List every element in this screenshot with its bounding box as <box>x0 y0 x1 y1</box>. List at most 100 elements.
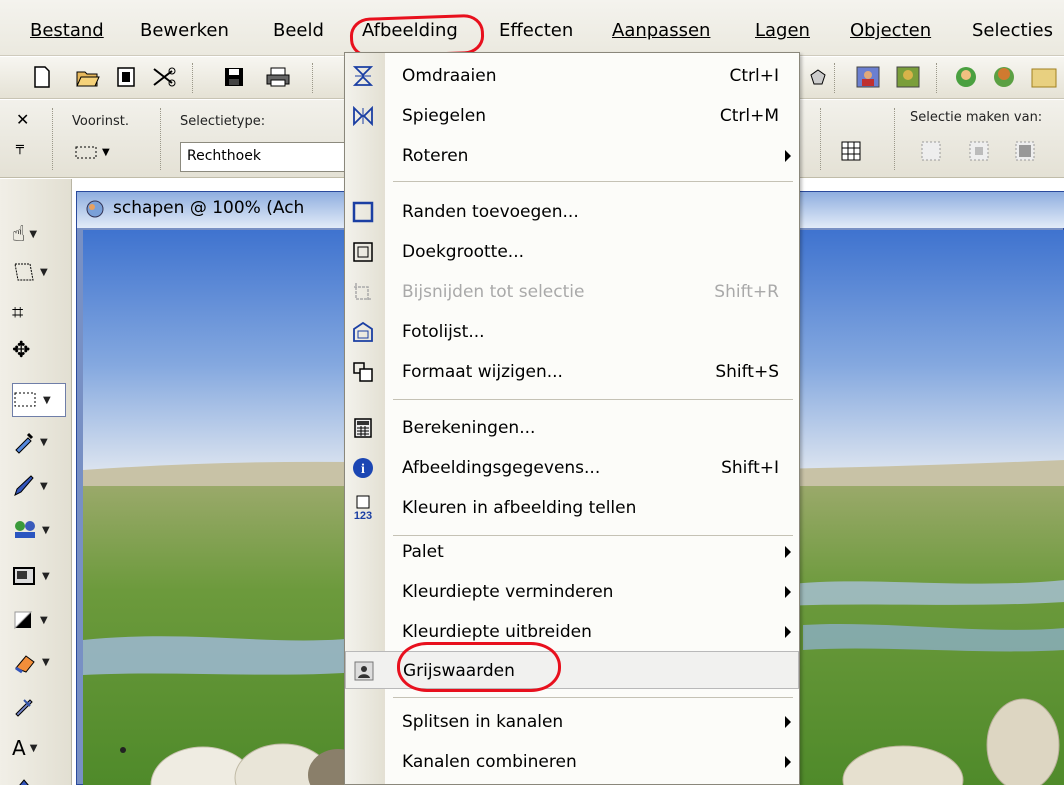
move-icon: ✥ <box>12 337 31 363</box>
chevron-down-icon: ▼ <box>40 480 48 492</box>
selection-merged-icon[interactable] <box>1014 140 1036 167</box>
menu-item-label: Omdraaien <box>402 66 497 86</box>
submenu-arrow-icon <box>785 150 791 162</box>
paint-brush-tool[interactable]: ▼ <box>12 469 62 503</box>
dropper-tool[interactable]: ▼ <box>12 425 62 459</box>
save-icon[interactable] <box>220 63 248 91</box>
open-folder-icon[interactable] <box>74 63 102 91</box>
menu-item-shortcut: Ctrl+I <box>729 66 779 86</box>
menu-lagen[interactable]: Lagen <box>755 20 810 41</box>
toolbar-separator <box>192 63 194 93</box>
menu-item-fotolijst[interactable]: Fotolijst... <box>345 313 799 351</box>
move-tool[interactable]: ✥ <box>12 333 62 367</box>
browse-icon[interactable] <box>112 63 140 91</box>
menu-label: Aanpassen <box>612 20 711 41</box>
new-file-icon[interactable] <box>28 63 56 91</box>
document-icon <box>85 199 105 224</box>
menu-bewerken[interactable]: Bewerken <box>140 20 229 41</box>
menu-item-label: Kleurdiepte verminderen <box>402 582 614 602</box>
annotation-circle-grijswaarden <box>397 642 561 692</box>
landscape-photo-icon[interactable] <box>894 63 922 91</box>
menu-label: Selecties <box>972 20 1053 41</box>
clone-tool[interactable]: ▼ <box>12 513 62 547</box>
selection-layer-icon[interactable] <box>920 140 942 167</box>
menu-label: Effecten <box>499 20 574 41</box>
selection-tool[interactable]: ▼ <box>12 383 66 417</box>
gem-icon[interactable] <box>804 63 832 91</box>
pin-palette-icon[interactable]: ╤ <box>16 140 24 155</box>
menu-effecten[interactable]: Effecten <box>499 20 573 41</box>
picture-frame-icon <box>351 320 375 344</box>
chevron-down-icon: ▼ <box>29 228 38 240</box>
crop-tool[interactable]: ⌗ <box>12 295 62 329</box>
count-colors-icon: 123 <box>351 495 375 521</box>
picture-tube-tool[interactable] <box>12 689 62 723</box>
photo-frame-icon[interactable] <box>1030 63 1058 91</box>
portrait-icon[interactable] <box>854 63 882 91</box>
menu-item-berekeningen[interactable]: Berekeningen... <box>345 409 799 447</box>
menu-item-randen-toevoegen[interactable]: Randen toevoegen... <box>345 193 799 231</box>
pick-tool[interactable]: ▼ <box>12 255 62 289</box>
submenu-arrow-icon <box>785 586 791 598</box>
selection-grid-icon[interactable] <box>840 140 862 167</box>
options-separator <box>820 108 822 170</box>
eraser-tool[interactable]: ▼ <box>12 645 62 679</box>
menu-beeld[interactable]: Beeld <box>273 20 324 41</box>
text-tool[interactable]: A ▼ <box>12 731 62 765</box>
presets-dropdown[interactable]: ▼ <box>74 144 110 160</box>
print-icon[interactable] <box>264 63 292 91</box>
menu-item-doekgrootte[interactable]: Doekgrootte... <box>345 233 799 271</box>
menu-item-afbeeldingsgegevens[interactable]: i Afbeeldingsgegevens... Shift+I <box>345 449 799 487</box>
menu-label: Beeld <box>273 20 324 41</box>
lighten-darken-tool[interactable]: ▼ <box>12 603 62 637</box>
face-green-icon[interactable] <box>952 63 980 91</box>
screen-icon <box>13 567 35 585</box>
submenu-arrow-icon <box>785 756 791 768</box>
menu-item-kanalen-combineren[interactable]: Kanalen combineren <box>345 743 799 781</box>
tube-brush-icon <box>15 699 33 717</box>
menu-selecties[interactable]: Selecties <box>972 20 1053 41</box>
shape-tool[interactable]: ▼ <box>12 559 62 593</box>
chevron-down-icon: ▼ <box>40 266 48 278</box>
crop-icon <box>351 280 375 304</box>
menu-item-roteren[interactable]: Roteren <box>345 137 799 175</box>
menu-item-splitsen-in-kanalen[interactable]: Splitsen in kanalen <box>345 703 799 741</box>
menu-item-label: Palet <box>402 542 444 562</box>
menu-bestand[interactable]: Bestand <box>30 20 104 41</box>
selection-type-select[interactable]: Rechthoek <box>180 142 350 172</box>
info-icon: i <box>351 456 375 480</box>
menu-objecten[interactable]: Objecten <box>850 20 931 41</box>
text-icon: A <box>12 736 26 760</box>
scissors-icon[interactable] <box>150 63 178 91</box>
selection-image-icon[interactable] <box>968 140 990 167</box>
close-palette-icon[interactable]: ✕ <box>16 110 29 129</box>
chevron-down-icon: ▼ <box>42 656 50 668</box>
menu-item-label: Kanalen combineren <box>402 752 577 772</box>
menu-item-bijsnijden-tot-selectie[interactable]: Bijsnijden tot selectie Shift+R <box>345 273 799 311</box>
pan-tool[interactable]: ☝ ▼ <box>12 217 62 251</box>
menu-label: Objecten <box>850 20 932 41</box>
menu-aanpassen[interactable]: Aanpassen <box>612 20 710 41</box>
face-orange-icon[interactable] <box>990 63 1018 91</box>
options-separator <box>894 108 896 170</box>
menu-item-omdraaien[interactable]: Omdraaien Ctrl+I <box>345 57 799 95</box>
menu-item-kleurdiepte-verminderen[interactable]: Kleurdiepte verminderen <box>345 573 799 611</box>
menu-item-label: Fotolijst... <box>402 322 485 342</box>
menu-separator <box>393 697 793 698</box>
paint-brush-icon <box>14 475 34 496</box>
menu-item-formaat-wijzigen[interactable]: Formaat wijzigen... Shift+S <box>345 353 799 391</box>
tools-palette: ☝ ▼ ▼ ⌗ ✥ ▼ ▼ ▼ ▼ ▼ ▼ ▼ A ▼ <box>0 179 72 785</box>
menu-item-kleuren-tellen[interactable]: 123 Kleuren in afbeelding tellen <box>345 489 799 527</box>
submenu-arrow-icon <box>785 546 791 558</box>
menu-item-label: Splitsen in kanalen <box>402 712 564 732</box>
menu-item-spiegelen[interactable]: Spiegelen Ctrl+M <box>345 97 799 135</box>
submenu-arrow-icon <box>785 626 791 638</box>
menu-item-palet[interactable]: Palet <box>345 533 799 571</box>
menu-item-label: Randen toevoegen... <box>402 202 579 222</box>
fill-tool[interactable] <box>12 769 62 785</box>
resize-icon <box>351 360 375 384</box>
crop-icon: ⌗ <box>12 300 24 324</box>
add-borders-icon <box>351 200 375 224</box>
selection-type-label: Selectietype: <box>180 114 266 129</box>
menu-item-shortcut: Shift+R <box>714 282 779 302</box>
